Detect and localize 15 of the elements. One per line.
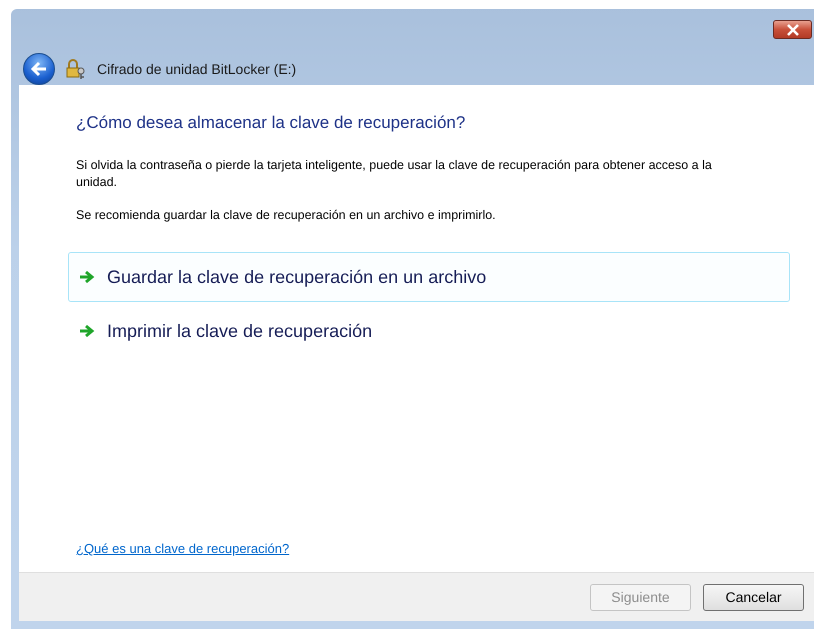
lock-key-icon (65, 58, 87, 80)
arrow-icon (79, 324, 95, 338)
command-link[interactable]: Guardar la clave de recuperación en un archivo (68, 252, 790, 302)
window-title: Cifrado de unidad BitLocker (E:) (97, 61, 296, 77)
back-arrow-icon (30, 61, 48, 77)
page-heading: ¿Cómo desea almacenar la clave de recuperación? (76, 113, 466, 133)
close-icon (786, 24, 800, 36)
description-text: Se recomienda guardar la clave de recuperación en un archivo e imprimirlo. (76, 207, 497, 224)
help-link[interactable]: ¿Qué es una clave de recuperación? (76, 541, 290, 556)
back-button[interactable] (23, 53, 55, 85)
command-link[interactable]: Imprimir la clave de recuperación (68, 306, 790, 356)
description-text: Si olvida la contraseña o pierde la tarjeta inteligente, puede usar la clave de recuperación para obtener acceso a la unidad. (76, 157, 713, 191)
arrow-icon (79, 270, 95, 284)
close-button[interactable] (773, 20, 812, 39)
cancel-button[interactable]: Cancelar (703, 584, 804, 610)
